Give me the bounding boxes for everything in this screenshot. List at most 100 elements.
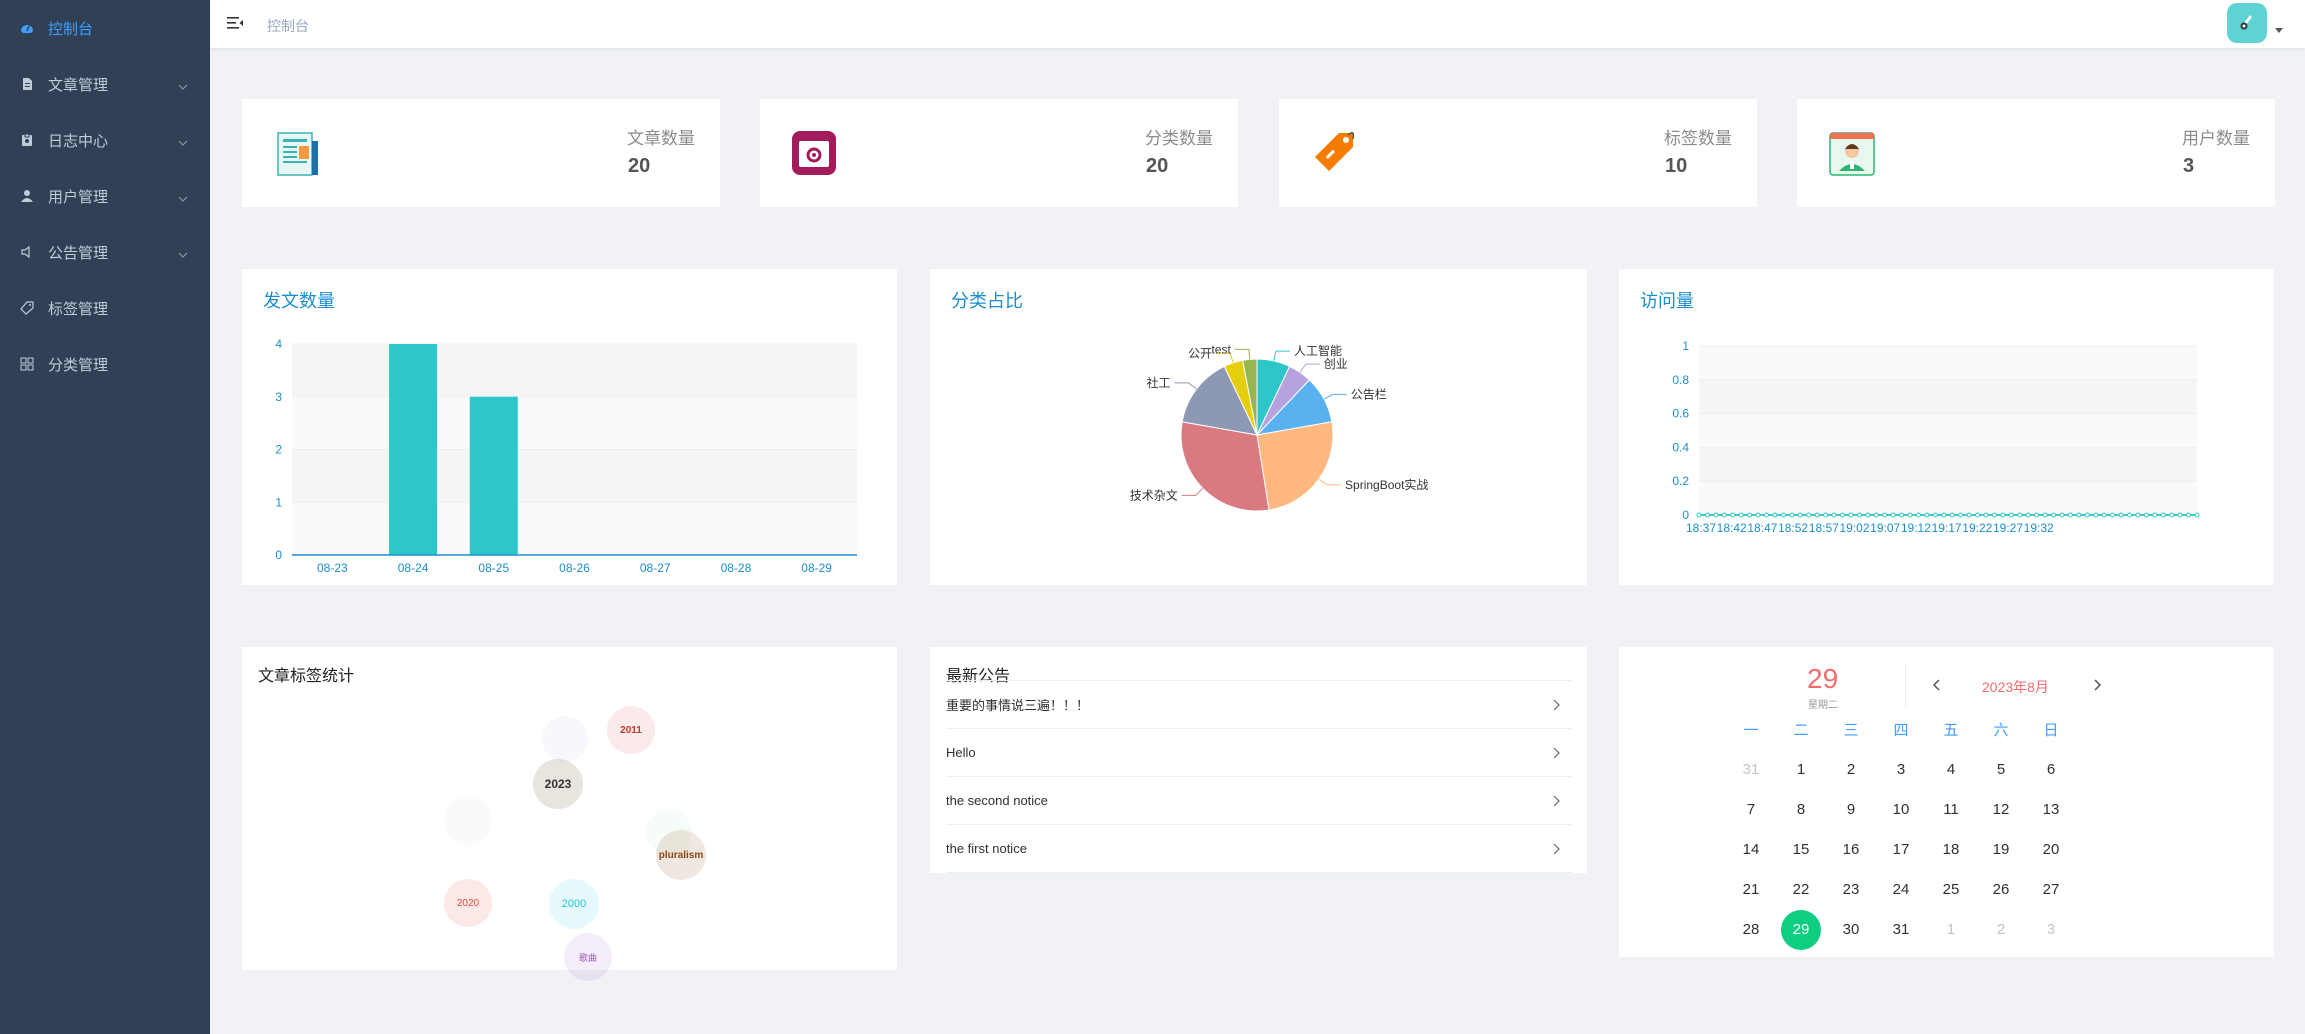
stat-card-articles[interactable]: 文章数量 20 <box>242 99 720 207</box>
chevron-down-icon <box>178 246 188 263</box>
sidebar-item-6[interactable]: 分类管理 <box>0 336 210 392</box>
calendar-day[interactable]: 1 <box>1781 750 1821 790</box>
articles-bar-chart: 0 1 2 3 4 08-23 08-24 08-25 08-26 08-27 08-28 08-29 <box>275 337 857 575</box>
tag-bubble[interactable] <box>542 716 588 762</box>
category-chart-panel: 分类占比 人工智能 创业 公告栏 SpringBoot实战 技术杂文 社工 公开 test <box>930 269 1587 585</box>
calendar-day[interactable]: 25 <box>1931 870 1971 910</box>
calendar-today-day: 29 <box>1807 663 1839 694</box>
calendar-prev-month-icon[interactable] <box>1932 678 1942 696</box>
calendar-day[interactable]: 31 <box>1881 910 1921 950</box>
chart-bar <box>469 396 518 555</box>
calendar-day[interactable]: 16 <box>1831 830 1871 870</box>
sidebar-item-2[interactable]: 日志中心 <box>0 112 210 168</box>
calendar-day[interactable]: 30 <box>1831 910 1871 950</box>
sidebar-item-label: 分类管理 <box>48 356 109 374</box>
notice-item[interactable]: 重要的事情说三遍！！！ <box>946 680 1572 728</box>
chart-point <box>2000 512 2006 518</box>
calendar-day[interactable]: 3 <box>1881 750 1921 790</box>
pie-label: 技术杂文 <box>1130 487 1178 502</box>
tag-bubble[interactable]: 2011 <box>607 706 655 754</box>
sidebar-item-1[interactable]: 文章管理 <box>0 56 210 112</box>
notice-item[interactable]: Hello <box>946 728 1572 776</box>
calendar-day[interactable]: 27 <box>2031 870 2071 910</box>
tag-bubble[interactable]: 歌曲 <box>564 933 612 981</box>
chart-point <box>1738 512 1744 518</box>
chart-point <box>1865 512 1871 518</box>
calendar-day[interactable]: 11 <box>1931 790 1971 830</box>
calendar-day[interactable]: 20 <box>2031 830 2071 870</box>
calendar-weekday-header: 二 <box>1793 722 1809 739</box>
calendar-day[interactable]: 5 <box>1981 750 2021 790</box>
calendar-day[interactable]: 2 <box>1981 910 2021 950</box>
tag-bubble[interactable]: pluralism <box>656 830 706 880</box>
chart-point <box>1814 512 1820 518</box>
tag-bubble[interactable]: 2000 <box>549 879 599 929</box>
calendar-day[interactable]: 13 <box>2031 790 2071 830</box>
notice-item[interactable]: the second notice <box>946 776 1572 824</box>
chart-band <box>292 502 857 555</box>
sidebar-item-4[interactable]: 公告管理 <box>0 224 210 280</box>
calendar-day[interactable]: 31 <box>1731 750 1771 790</box>
grid-icon <box>20 357 34 371</box>
chart-x-tick-label: 19:02 <box>1839 521 1869 535</box>
chart-point <box>1831 512 1837 518</box>
calendar-day[interactable]: 3 <box>2031 910 2071 950</box>
sidebar-item-0[interactable]: 控制台 <box>0 0 210 56</box>
calendar-day[interactable]: 21 <box>1731 870 1771 910</box>
calendar-day[interactable]: 6 <box>2031 750 2071 790</box>
calendar-day[interactable]: 29 <box>1781 910 1821 950</box>
tag-bubble[interactable]: 2020 <box>444 879 492 927</box>
sidebar-item-5[interactable]: 标签管理 <box>0 280 210 336</box>
stat-label: 分类数量 <box>1145 129 1213 148</box>
calendar-day[interactable]: 10 <box>1881 790 1921 830</box>
calendar-day[interactable]: 19 <box>1981 830 2021 870</box>
calendar-day[interactable]: 9 <box>1831 790 1871 830</box>
chart-point <box>1755 512 1761 518</box>
calendar-day[interactable]: 14 <box>1731 830 1771 870</box>
calendar-day[interactable]: 18 <box>1931 830 1971 870</box>
chart-point <box>2008 512 2014 518</box>
calendar-day[interactable]: 17 <box>1881 830 1921 870</box>
calendar-day[interactable]: 26 <box>1981 870 2021 910</box>
calendar-day[interactable]: 7 <box>1731 790 1771 830</box>
hamburger-menu-icon[interactable] <box>227 16 243 30</box>
stat-card-tags[interactable]: 标签数量 10 <box>1279 99 1757 207</box>
chart-x-tick-label: 19:22 <box>1962 521 1992 535</box>
calendar-weekday-header: 六 <box>1993 722 2009 739</box>
chart-x-tick-label: 18:52 <box>1778 521 1808 535</box>
sidebar-item-label: 控制台 <box>48 20 94 38</box>
user-avatar[interactable] <box>2227 3 2267 43</box>
calendar-panel: 29 星期二 2023年8月 一二三四五六日 31 1 2 3 4 5 6 7 8 9 10 11 12 1… <box>1619 647 2274 957</box>
calendar-day[interactable]: 4 <box>1931 750 1971 790</box>
calendar-day[interactable]: 28 <box>1731 910 1771 950</box>
chart-point <box>2093 512 2099 518</box>
calendar-day[interactable]: 2 <box>1831 750 1871 790</box>
stat-value: 10 <box>1665 155 1688 177</box>
chart-band <box>292 344 857 397</box>
chart-point <box>1983 512 1989 518</box>
chart-x-tick-label: 18:37 <box>1686 521 1716 535</box>
calendar-day[interactable]: 22 <box>1781 870 1821 910</box>
notice-item[interactable]: the first notice <box>946 824 1572 872</box>
chart-point <box>2169 512 2175 518</box>
tag-bubble[interactable]: 2023 <box>533 759 583 809</box>
chart-point <box>1907 512 1913 518</box>
chart-point <box>2042 512 2048 518</box>
stat-card-users[interactable]: 用户数量 3 <box>1797 99 2275 207</box>
calendar-day[interactable]: 1 <box>1931 910 1971 950</box>
chart-point <box>1991 512 1997 518</box>
stat-value: 20 <box>628 155 651 177</box>
calendar-day[interactable]: 23 <box>1831 870 1871 910</box>
user-card-icon <box>1827 127 1877 179</box>
calendar-day[interactable]: 15 <box>1781 830 1821 870</box>
avatar-dropdown-caret-icon[interactable] <box>2275 28 2283 33</box>
user-icon <box>20 189 34 203</box>
calendar-day[interactable]: 12 <box>1981 790 2021 830</box>
chart-point <box>1975 512 1981 518</box>
calendar-next-month-icon[interactable] <box>2092 678 2102 696</box>
stat-card-categories[interactable]: 分类数量 20 <box>760 99 1238 207</box>
tag-bubble[interactable] <box>444 797 492 845</box>
calendar-day[interactable]: 24 <box>1881 870 1921 910</box>
sidebar-item-3[interactable]: 用户管理 <box>0 168 210 224</box>
calendar-day[interactable]: 8 <box>1781 790 1821 830</box>
